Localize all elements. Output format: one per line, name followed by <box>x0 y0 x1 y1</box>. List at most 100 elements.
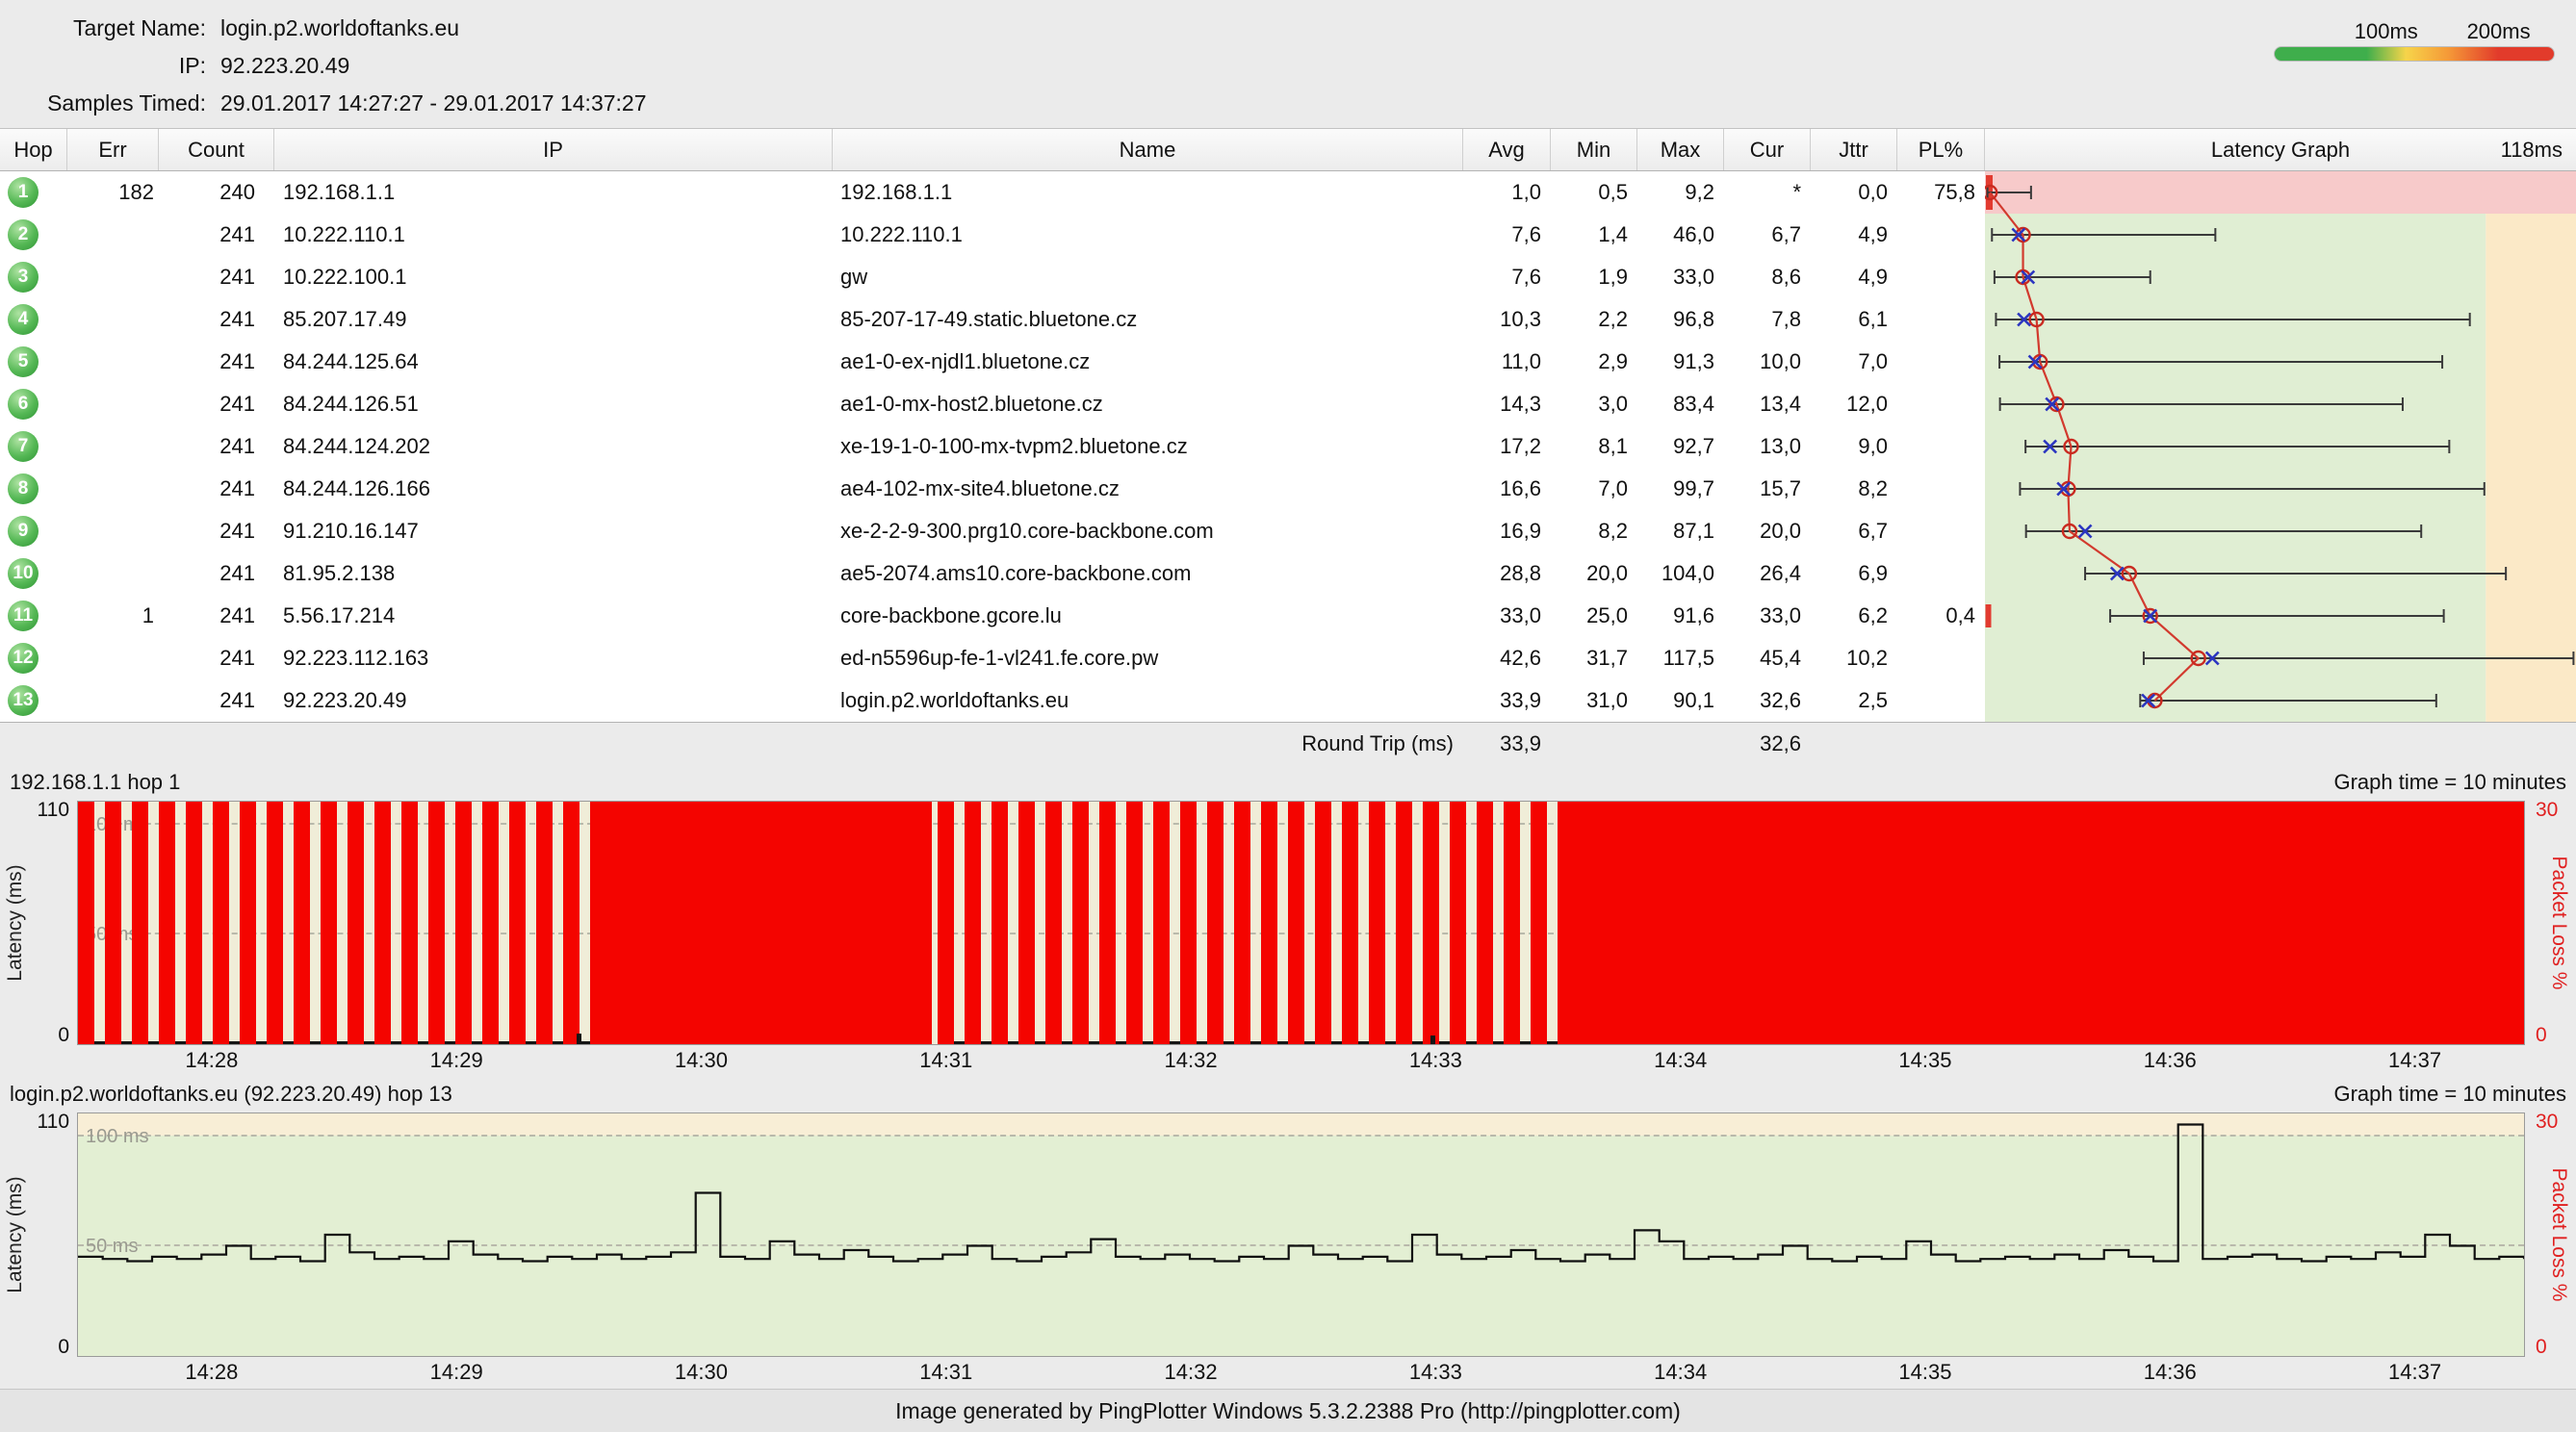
table-row[interactable]: 824184.244.126.166ae4-102-mx-site4.bluet… <box>0 468 2576 510</box>
hop13-right-axis: 30 0 Packet Loss % <box>2526 1112 2576 1357</box>
table-row[interactable]: 1182240192.168.1.1192.168.1.11,00,59,2*0… <box>0 171 2576 214</box>
cell-cur: 6,7 <box>1724 214 1811 256</box>
cell-ip: 81.95.2.138 <box>274 552 833 595</box>
col-header-count[interactable]: Count <box>159 129 274 170</box>
time-axis-label: 14:30 <box>675 1360 728 1385</box>
cell-ip: 92.223.112.163 <box>274 637 833 679</box>
cell-hop: 10 <box>0 552 67 595</box>
cell-err <box>67 552 159 595</box>
cell-min: 1,4 <box>1551 214 1637 256</box>
cell-pl <box>1897 214 1985 256</box>
cell-jttr: 9,0 <box>1811 425 1897 468</box>
cell-jttr: 12,0 <box>1811 383 1897 425</box>
round-trip-avg-value: 33,9 <box>1500 731 1541 756</box>
col-header-latency-graph[interactable]: Latency Graph118ms <box>1985 129 2576 170</box>
table-row[interactable]: 324110.222.100.1gw7,61,933,08,64,9 <box>0 256 2576 298</box>
cell-min: 31,7 <box>1551 637 1637 679</box>
cell-jttr: 8,2 <box>1811 468 1897 510</box>
latency-color-legend: 100ms 200ms <box>2274 17 2555 62</box>
table-row[interactable]: 12 24192.223.112.163ed-n5596up-fe-1-vl241… <box>0 637 2576 679</box>
cell-max: 91,6 <box>1637 595 1724 637</box>
cell-max: 33,0 <box>1637 256 1724 298</box>
cell-count: 241 <box>159 341 274 383</box>
cell-err <box>67 298 159 341</box>
hop13-timeline-plot[interactable]: 100 ms50 ms <box>77 1112 2525 1357</box>
cell-hop: 2 <box>0 214 67 256</box>
col-header-avg[interactable]: Avg <box>1463 129 1551 170</box>
col-header-max[interactable]: Max <box>1637 129 1724 170</box>
table-row[interactable]: 1324192.223.20.49login.p2.worldoftanks.e… <box>0 679 2576 722</box>
cell-name: ae1-0-mx-host2.bluetone.cz <box>833 383 1463 425</box>
table-row[interactable]: 524184.244.125.64ae1-0-ex-njdl1.bluetone… <box>0 341 2576 383</box>
table-row[interactable]: 1112415.56.17.214core-backbone.gcore.lu3… <box>0 595 2576 637</box>
col-header-jttr[interactable]: Jttr <box>1811 129 1897 170</box>
cell-hop: 4 <box>0 298 67 341</box>
cell-min: 31,0 <box>1551 679 1637 722</box>
summary-header: Target Name: login.p2.worldoftanks.eu IP… <box>0 0 2576 128</box>
cell-min: 20,0 <box>1551 552 1637 595</box>
hop1-latency-axis-title: Latency (ms) <box>4 864 27 981</box>
cell-avg: 16,6 <box>1463 468 1551 510</box>
cell-jttr: 6,2 <box>1811 595 1897 637</box>
cell-avg: 11,0 <box>1463 341 1551 383</box>
time-axis-label: 14:31 <box>919 1360 972 1385</box>
hop13-y-min-label: 0 <box>58 1336 69 1359</box>
cell-avg: 16,9 <box>1463 510 1551 552</box>
cell-name: ed-n5596up-fe-1-vl241.fe.core.pw <box>833 637 1463 679</box>
cell-count: 241 <box>159 256 274 298</box>
col-header-name[interactable]: Name <box>833 129 1463 170</box>
cell-min: 7,0 <box>1551 468 1637 510</box>
cell-count: 241 <box>159 637 274 679</box>
table-row[interactable]: 724184.244.124.202xe-19-1-0-100-mx-tvpm2… <box>0 425 2576 468</box>
latency-graph-header-label: Latency Graph <box>2211 138 2350 163</box>
pingplotter-window: Target Name: login.p2.worldoftanks.eu IP… <box>0 0 2576 1432</box>
cell-ip: 10.222.100.1 <box>274 256 833 298</box>
cell-name: ae4-102-mx-site4.bluetone.cz <box>833 468 1463 510</box>
time-axis-label: 14:32 <box>1165 1360 1218 1385</box>
col-header-err[interactable]: Err <box>67 129 159 170</box>
table-row[interactable]: 624184.244.126.51ae1-0-mx-host2.bluetone… <box>0 383 2576 425</box>
cell-err <box>67 256 159 298</box>
cell-ip: 84.244.126.166 <box>274 468 833 510</box>
time-axis-label: 14:29 <box>430 1048 483 1073</box>
cell-max: 91,3 <box>1637 341 1724 383</box>
col-header-pl[interactable]: PL% <box>1897 129 1985 170</box>
cell-pl <box>1897 383 1985 425</box>
hop1-timeline-plot[interactable]: 100 ms50 ms <box>77 801 2525 1045</box>
cell-ip: 84.244.125.64 <box>274 341 833 383</box>
cell-count: 240 <box>159 171 274 214</box>
col-header-min[interactable]: Min <box>1551 129 1637 170</box>
cell-name: 192.168.1.1 <box>833 171 1463 214</box>
cell-name: 85-207-17-49.static.bluetone.cz <box>833 298 1463 341</box>
col-header-cur[interactable]: Cur <box>1724 129 1811 170</box>
cell-count: 241 <box>159 425 274 468</box>
cell-count: 241 <box>159 298 274 341</box>
cell-err <box>67 679 159 722</box>
time-axis-label: 14:28 <box>185 1360 238 1385</box>
hop1-right-axis: 30 0 Packet Loss % <box>2526 801 2576 1045</box>
table-row[interactable]: 924191.210.16.147xe-2-2-9-300.prg10.core… <box>0 510 2576 552</box>
cell-jttr: 6,9 <box>1811 552 1897 595</box>
cell-err <box>67 383 159 425</box>
table-header-row: HopErrCountIPNameAvgMinMaxCurJttrPL%Late… <box>0 129 2576 171</box>
time-axis-label: 14:37 <box>2388 1048 2441 1073</box>
cell-cur: 33,0 <box>1724 595 1811 637</box>
cell-ip: 5.56.17.214 <box>274 595 833 637</box>
cell-avg: 1,0 <box>1463 171 1551 214</box>
col-header-hop[interactable]: Hop <box>0 129 67 170</box>
table-row[interactable]: 1024181.95.2.138ae5-2074.ams10.core-back… <box>0 552 2576 595</box>
cell-hop: 11 <box>0 595 67 637</box>
cell-pl <box>1897 468 1985 510</box>
cell-min: 1,9 <box>1551 256 1637 298</box>
table-row[interactable]: 224110.222.110.110.222.110.17,61,446,06,… <box>0 214 2576 256</box>
cell-cur: 10,0 <box>1724 341 1811 383</box>
table-row[interactable]: 424185.207.17.4985-207-17-49.static.blue… <box>0 298 2576 341</box>
cell-avg: 17,2 <box>1463 425 1551 468</box>
cell-hop: 12 <box>0 637 67 679</box>
cell-ip: 91.210.16.147 <box>274 510 833 552</box>
footer-bar: Image generated by PingPlotter Windows 5… <box>0 1389 2576 1432</box>
cell-max: 9,2 <box>1637 171 1724 214</box>
ip-value: 92.223.20.49 <box>220 53 349 79</box>
table-body: 1182240192.168.1.1192.168.1.11,00,59,2*0… <box>0 171 2576 722</box>
col-header-ip[interactable]: IP <box>274 129 833 170</box>
